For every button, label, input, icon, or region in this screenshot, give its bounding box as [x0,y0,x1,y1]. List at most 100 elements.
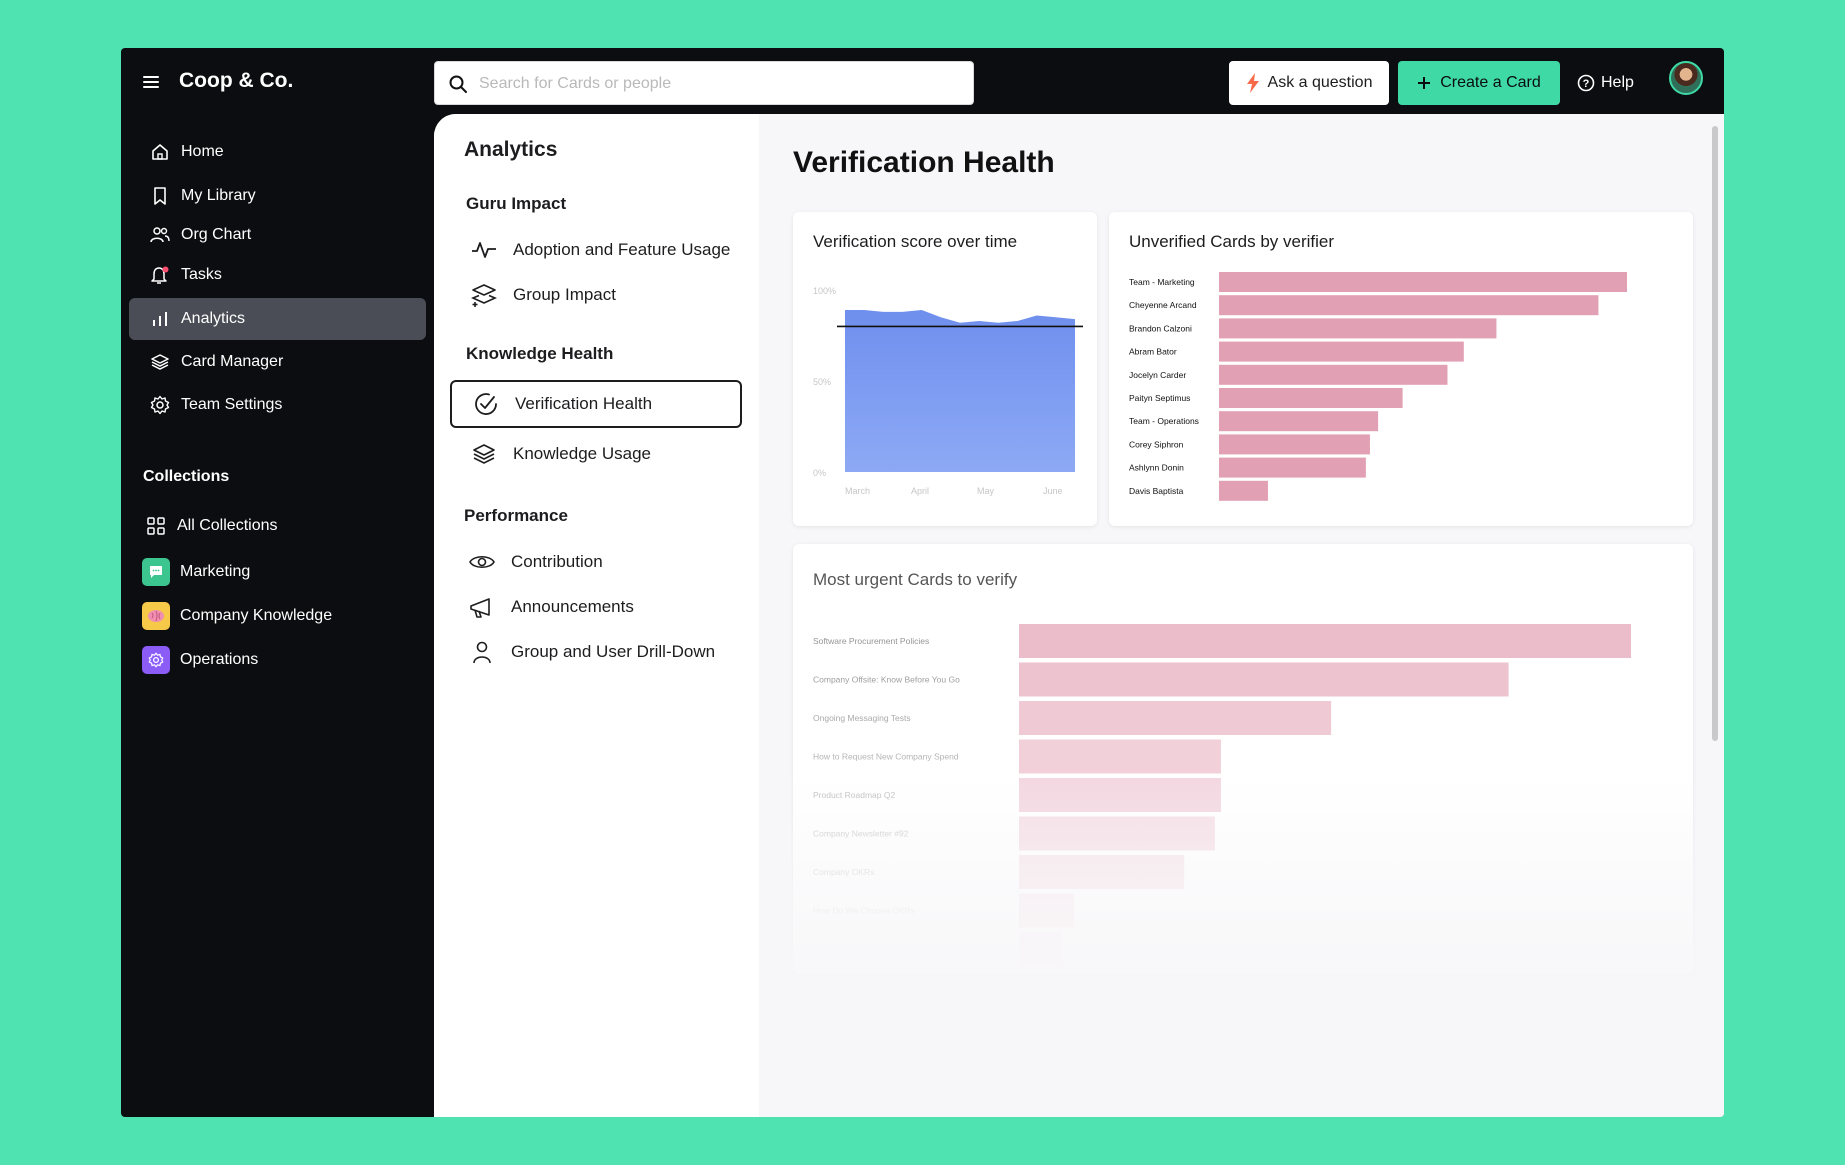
menu-icon[interactable] [143,76,159,88]
help-icon: ? [1577,74,1595,92]
layers-icon [470,440,498,468]
sidebar-item-my-library[interactable]: My Library [129,175,426,217]
bar [1219,272,1627,292]
gear-icon [142,646,170,674]
y-tick-label: 100% [813,286,836,296]
top-bar: Coop & Co. Ask a question Create a Card … [121,48,1724,114]
people-icon [149,224,171,246]
search-icon [449,75,467,93]
sidebar-item-analytics[interactable]: Analytics [129,298,426,340]
sidebar-item-tasks[interactable]: Tasks [129,254,426,296]
subnav-item-label: Knowledge Usage [513,444,651,463]
unverified-by-verifier-card: Unverified Cards by verifier Team - Mark… [1109,212,1693,526]
most-urgent-chart: Software Procurement Policies Company Off… [813,624,1631,966]
bar [1019,816,1215,851]
collection-all[interactable]: All Collections [129,506,426,546]
subnav-item-announcements[interactable]: Announcements [448,583,740,631]
collections-heading: Collections [143,468,230,485]
chat-icon [142,558,170,586]
check-circle-icon [472,390,500,418]
analytics-subnav: Analytics Guru Impact Adoption and Featu… [434,114,759,1117]
sidebar-item-home[interactable]: Home [129,131,426,173]
collection-label: Marketing [180,563,251,580]
subnav-item-label: Contribution [511,552,603,571]
megaphone-icon [468,593,496,621]
collection-label: Operations [180,651,259,668]
bar-label: Brandon Calzoni [1129,323,1192,333]
y-tick-label: 50% [813,377,831,387]
brand-name: Coop & Co. [179,69,294,92]
subnav-item-label: Announcements [511,597,634,616]
bar-label: Product Roadmap Q2 [813,790,895,800]
subnav-item-drill-down[interactable]: Group and User Drill-Down [448,628,740,676]
subnav-item-label: Group Impact [513,285,616,304]
brain-icon [142,602,170,630]
bar [1019,739,1221,774]
home-icon [149,141,171,163]
collection-company-knowledge[interactable]: Company Knowledge [129,596,426,636]
x-tick-label: April [911,486,929,496]
bar-label: Davis Baptista [1129,486,1184,496]
most-urgent-card: Most urgent Cards to verify Software Pro… [793,544,1693,974]
bar-label: Company OKRs [813,867,874,877]
bar [1219,388,1403,408]
bar-label: Paityn Septimus [1129,393,1190,403]
app-window: Coop & Co. Ask a question Create a Card … [121,48,1724,1117]
bar [1219,411,1379,432]
ask-question-button[interactable]: Ask a question [1229,61,1389,105]
sidebar-item-label: Team Settings [181,396,283,413]
subnav-item-group-impact[interactable]: Group Impact [450,271,742,319]
y-tick-label: 0% [813,468,826,478]
search-bar[interactable] [434,61,974,105]
bar-label: Company Offsite: Know Before You Go [813,675,960,685]
page-title: Verification Health [793,146,1055,179]
layers-icon [149,351,171,373]
sidebar-item-label: Tasks [181,266,222,283]
lightning-icon [1246,73,1259,93]
bar [1219,457,1366,478]
bar [1219,480,1268,501]
bar-label: Software Procurement Policies [813,636,929,646]
subnav-item-adoption[interactable]: Adoption and Feature Usage [450,226,742,274]
main-content: Verification Health Verification score o… [759,114,1724,1117]
bookmark-icon [149,185,171,207]
create-card-button[interactable]: Create a Card [1398,61,1560,105]
bar [1219,341,1464,362]
bar [1019,932,1062,966]
subnav-item-contribution[interactable]: Contribution [448,538,740,586]
x-tick-label: May [977,486,995,496]
help-label: Help [1601,74,1634,91]
sidebar-item-team-settings[interactable]: Team Settings [129,384,426,426]
subnav-title: Analytics [464,138,558,161]
bar [1019,778,1221,812]
sidebar-item-card-manager[interactable]: Card Manager [129,341,426,383]
analytics-panel: Analytics Guru Impact Adoption and Featu… [434,114,1724,1117]
avatar[interactable] [1669,61,1703,95]
bar-label: How Do We Choose OKRs [813,906,915,916]
collection-label: Company Knowledge [180,607,333,624]
sidebar-item-label: Card Manager [181,353,284,370]
scrollbar[interactable] [1712,126,1718,741]
search-input[interactable] [479,73,949,95]
subnav-item-knowledge-usage[interactable]: Knowledge Usage [450,430,742,478]
subnav-section-heading: Knowledge Health [466,344,614,363]
person-icon [468,638,496,666]
sidebar-item-label: Home [181,143,224,160]
sidebar-item-label: Analytics [181,310,246,327]
verification-score-card: Verification score over time 100% 50% 0% Ma… [793,212,1097,526]
sidebar-item-org-chart[interactable]: Org Chart [129,214,426,256]
subnav-item-verification-health[interactable]: Verification Health [450,380,742,428]
area-series [845,310,1075,472]
bar-label: Corey Siphron [1129,439,1184,449]
stack-plus-icon [470,281,498,309]
bar [1219,434,1370,455]
collection-label: All Collections [177,517,278,534]
collection-marketing[interactable]: Marketing [129,552,426,592]
bar-label: Ongoing Messaging Tests [813,713,911,723]
bell-icon [149,264,171,286]
help-button[interactable]: ? Help [1577,61,1634,105]
plus-icon [1418,77,1431,89]
bar-label: Jocelyn Carder [1129,370,1186,380]
grid-icon [145,515,167,537]
collection-operations[interactable]: Operations [129,640,426,680]
